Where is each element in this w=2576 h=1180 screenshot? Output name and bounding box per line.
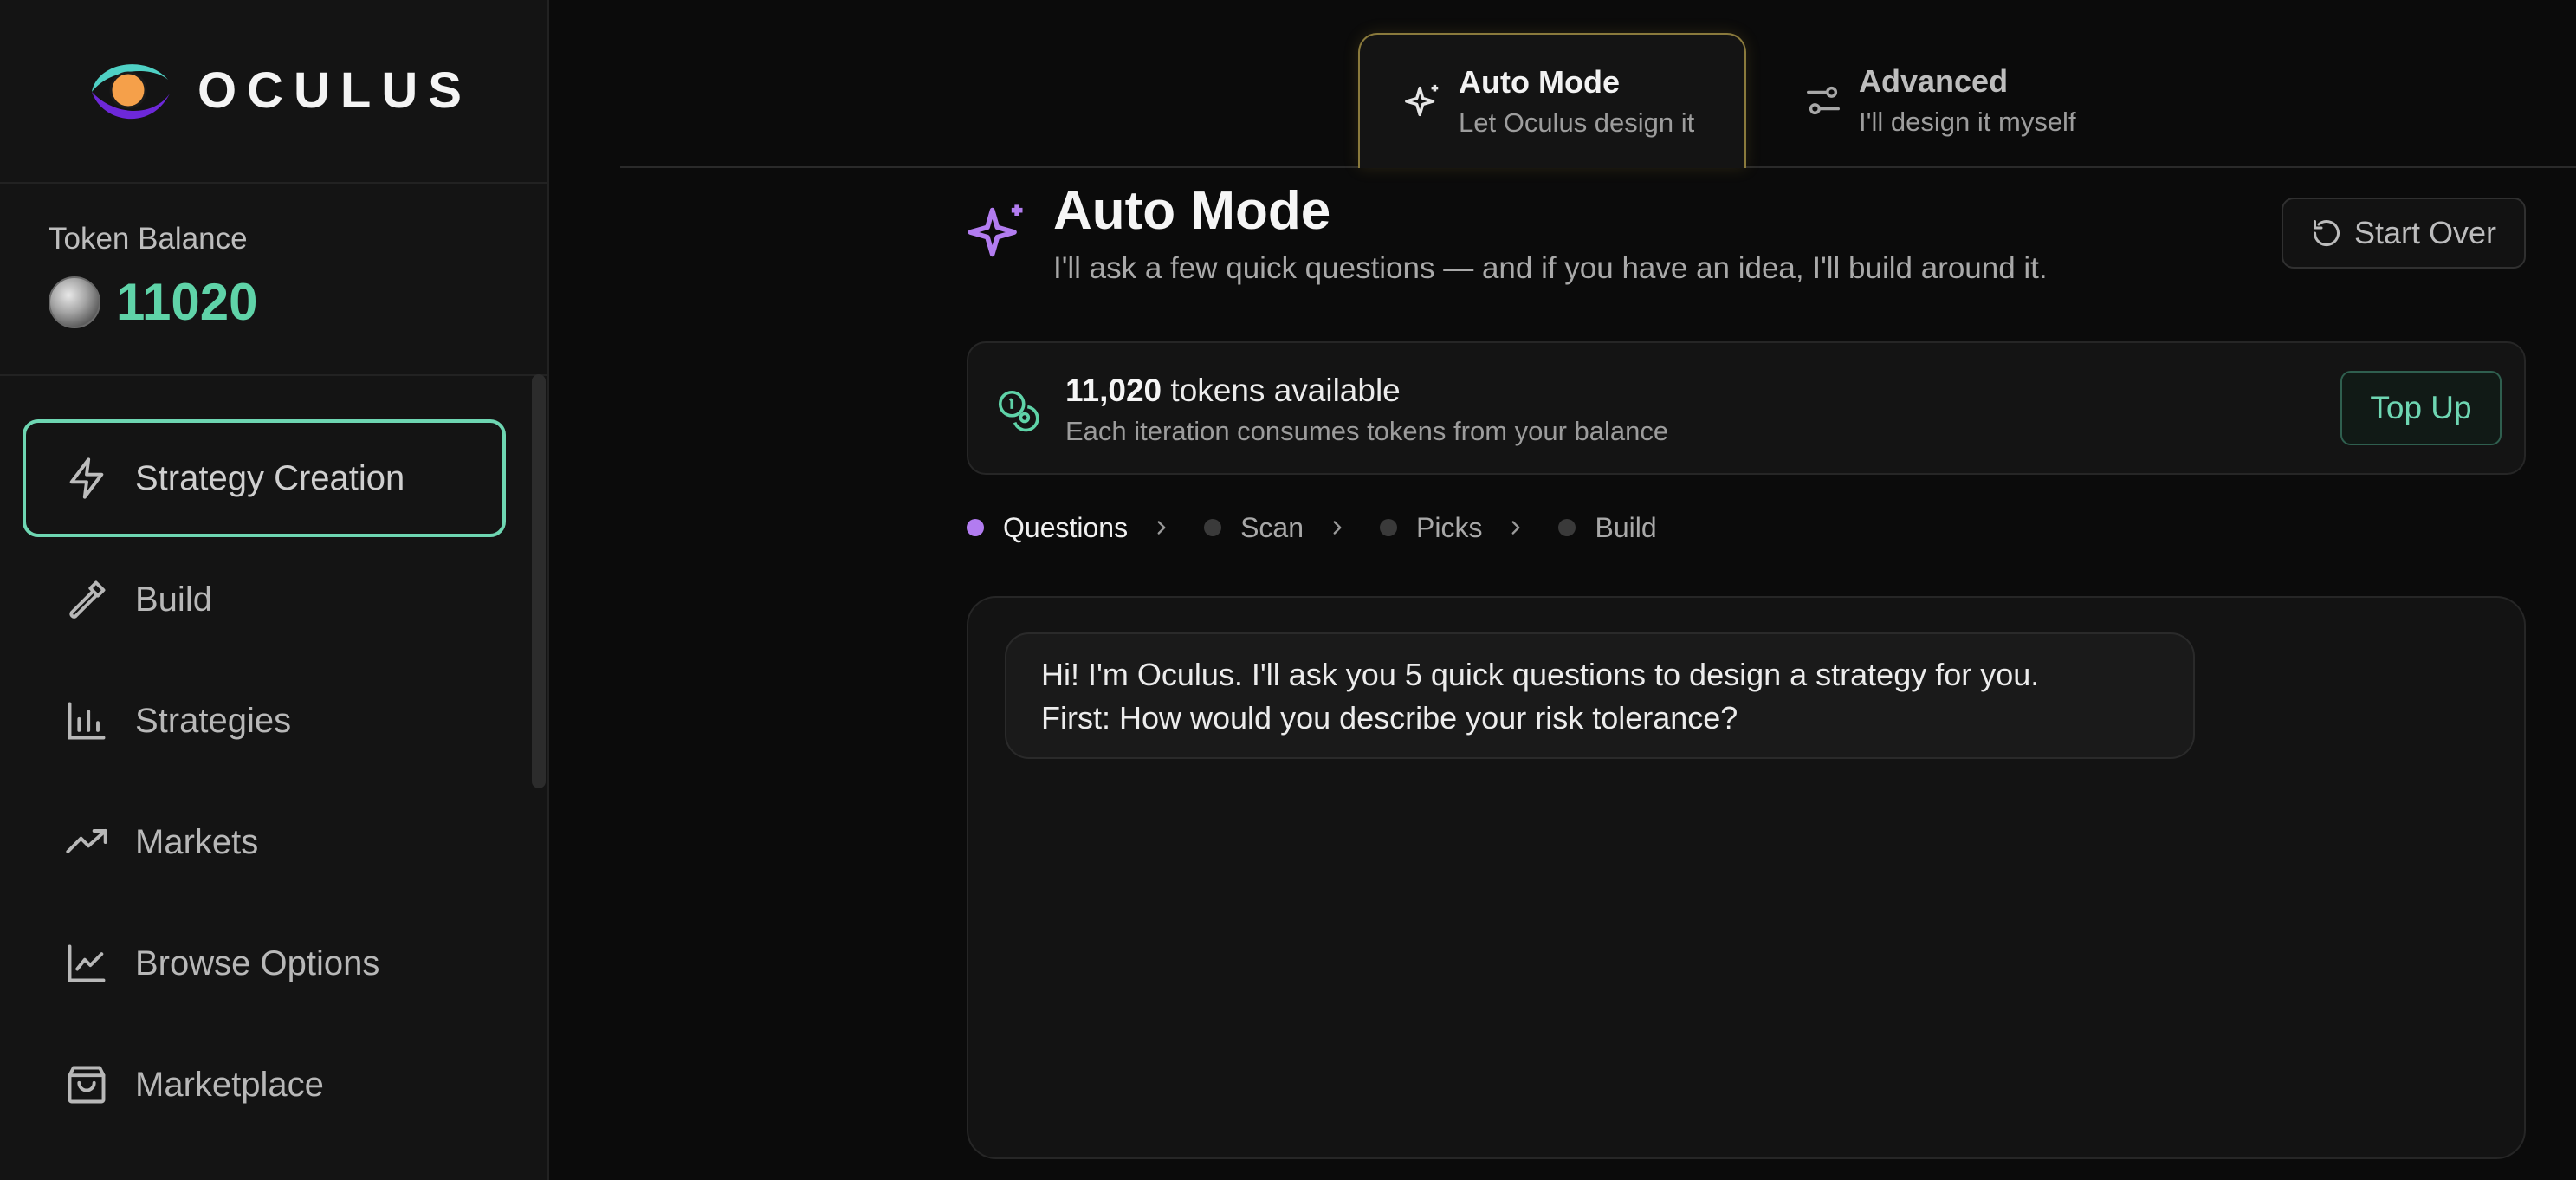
tab-advanced-subtitle: I'll design it myself: [1859, 107, 2076, 137]
start-over-label: Start Over: [2353, 215, 2497, 250]
line-chart-icon: [68, 944, 106, 982]
assistant-message: Hi! I'm Oculus. I'll ask you 5 quick que…: [1005, 632, 2195, 759]
oculus-eye-icon: [92, 64, 170, 120]
top-up-button[interactable]: Top Up: [2340, 371, 2502, 445]
brand-name: OCULUS: [197, 62, 472, 119]
tab-advanced-title: Advanced: [1859, 63, 2009, 99]
step-label: Scan: [1240, 511, 1304, 543]
app-root: OCULUS Token Balance 11020 Strategy Crea…: [0, 0, 2576, 1180]
page-title: Auto Mode: [1053, 181, 1331, 241]
token-balance: 11020: [49, 272, 258, 332]
step-label: Picks: [1416, 511, 1483, 543]
message-line: Hi! I'm Oculus. I'll ask you 5 quick que…: [1041, 657, 2040, 692]
step-label: Questions: [1003, 511, 1129, 543]
tokens-note: Each iteration consumes tokens from your…: [1065, 416, 1669, 446]
sidebar-divider: [0, 374, 549, 376]
sidebar-item-marketplace[interactable]: Marketplace: [23, 1026, 506, 1144]
sidebar-item-label: Strategies: [135, 701, 292, 740]
sidebar-scrollbar[interactable]: [532, 374, 546, 788]
tokens-count: 11,020: [1065, 373, 1162, 408]
chat-panel: Hi! I'm Oculus. I'll ask you 5 quick que…: [967, 596, 2526, 1159]
sliders-icon: [1807, 86, 1840, 115]
tokens-label: tokens available: [1162, 373, 1401, 408]
tab-auto-title: Auto Mode: [1459, 64, 1620, 100]
step-scan: Scan: [1204, 512, 1304, 544]
step-label: Build: [1595, 511, 1657, 543]
sidebar-item-browse-options[interactable]: Browse Options: [23, 904, 506, 1022]
step-build: Build: [1558, 511, 1657, 544]
sidebar-item-label: Browse Options: [135, 943, 380, 982]
tab-auto-mode[interactable]: Auto Mode Let Oculus design it: [1358, 33, 1746, 168]
brand-logo[interactable]: OCULUS: [85, 54, 472, 126]
chevron-right-icon: [1512, 521, 1520, 535]
message-line: First: How would you describe your risk …: [1041, 700, 1738, 736]
sidebar-item-build[interactable]: Build: [23, 541, 506, 658]
step-dot: [1380, 519, 1398, 536]
sparkle-icon: [1405, 84, 1439, 117]
chevron-right-icon: [1333, 521, 1342, 535]
sidebar-item-strategy-creation[interactable]: Strategy Creation: [23, 419, 506, 537]
bar-chart-icon: [68, 702, 106, 740]
sidebar-nav: Strategy Creation Build Strategies Marke…: [23, 419, 506, 1147]
shopping-bag-icon: [68, 1066, 106, 1104]
step-questions: Questions: [967, 512, 1128, 544]
step-dot: [1204, 519, 1222, 536]
sidebar: OCULUS Token Balance 11020 Strategy Crea…: [0, 0, 549, 1180]
sidebar-item-label: Marketplace: [135, 1065, 324, 1104]
progress-stepper: Questions Scan Picks Build: [967, 509, 1657, 546]
tab-auto-subtitle: Let Oculus design it: [1459, 107, 1695, 138]
chevron-right-icon: [1157, 521, 1166, 535]
step-dot: [967, 519, 984, 536]
tokens-available: 11,020 tokens available: [1065, 373, 1401, 409]
sidebar-item-strategies[interactable]: Strategies: [23, 662, 506, 780]
token-balance-value: 11020: [116, 273, 258, 331]
start-over-button[interactable]: Start Over: [2282, 198, 2526, 269]
trending-up-icon: [66, 829, 107, 853]
sidebar-item-label: Build: [135, 580, 212, 619]
step-dot: [1558, 519, 1576, 536]
coins-icon: [998, 390, 1039, 432]
coin-icon: [49, 276, 100, 328]
sparkle-icon: [968, 204, 1023, 257]
sidebar-item-label: Markets: [135, 822, 259, 861]
tab-advanced[interactable]: Advanced I'll design it myself: [1803, 33, 2167, 168]
page-subtitle: I'll ask a few quick questions — and if …: [1053, 251, 2048, 285]
step-picks: Picks: [1380, 512, 1482, 544]
token-card: 11,020 tokens available Each iteration c…: [967, 341, 2526, 475]
rotate-ccw-icon: [2313, 220, 2340, 247]
sidebar-divider: [0, 182, 549, 184]
token-balance-label: Token Balance: [49, 222, 248, 256]
sidebar-item-label: Strategy Creation: [135, 458, 405, 497]
lightning-icon: [69, 457, 104, 499]
sidebar-item-markets[interactable]: Markets: [23, 783, 506, 901]
hammer-icon: [69, 580, 106, 619]
